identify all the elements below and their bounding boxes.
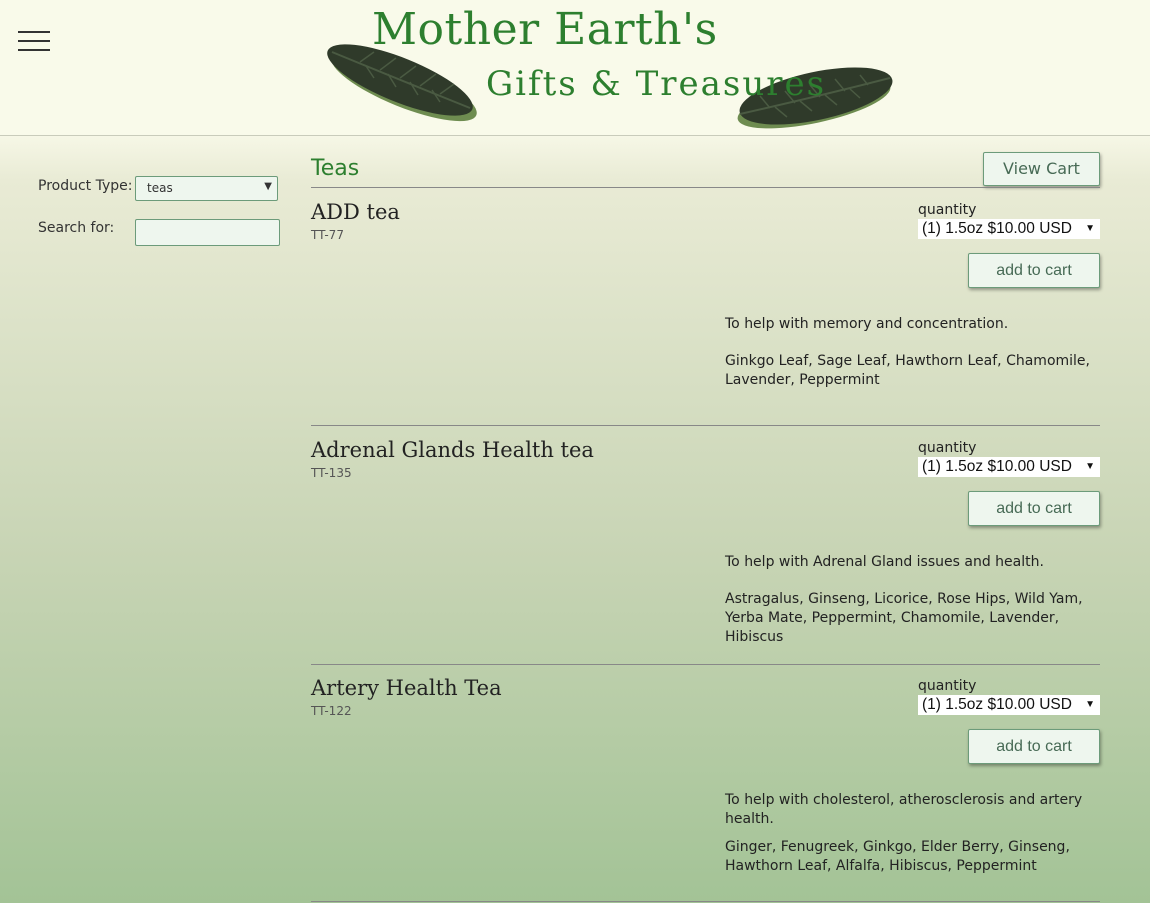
product-type-label: Product Type:	[38, 178, 133, 194]
add-to-cart-button[interactable]: add to cart	[968, 491, 1100, 526]
product-description: To help with Adrenal Gland issues and he…	[725, 554, 1044, 570]
product-ingredients: Ginger, Fenugreek, Ginkgo, Elder Berry, …	[725, 839, 1070, 874]
site-header: Mother Earth's Gifts & Treasures	[0, 0, 1150, 136]
logo-title: Mother Earth's	[372, 4, 718, 55]
site-logo[interactable]: Mother Earth's Gifts & Treasures	[320, 0, 900, 135]
product-description: To help with memory and concentration.	[725, 316, 1009, 332]
divider	[311, 187, 1100, 188]
quantity-label: quantity	[918, 202, 977, 218]
view-cart-button[interactable]: View Cart	[983, 152, 1100, 186]
quantity-value: (1) 1.5oz $10.00 USD	[922, 458, 1072, 475]
search-label: Search for:	[38, 220, 115, 236]
add-to-cart-button[interactable]: add to cart	[968, 729, 1100, 764]
product-ingredients: Astragalus, Ginseng, Licorice, Rose Hips…	[725, 591, 1083, 645]
dropdown-arrow-icon: ▼	[1085, 699, 1095, 710]
search-row: Search for:	[38, 212, 283, 254]
logo-subtitle: Gifts & Treasures	[486, 64, 827, 104]
dropdown-arrow-icon: ▼	[1085, 223, 1095, 234]
hamburger-menu-icon[interactable]	[18, 31, 50, 51]
product-sku: TT-77	[311, 228, 344, 242]
quantity-label: quantity	[918, 678, 977, 694]
divider	[311, 425, 1100, 426]
product-description: To help with cholesterol, atherosclerosi…	[725, 792, 1083, 827]
product-name: Adrenal Glands Health tea	[311, 438, 594, 462]
quantity-label: quantity	[918, 440, 977, 456]
divider	[311, 901, 1100, 902]
product-type-select[interactable]: teas ▼	[135, 176, 278, 201]
product-sku: TT-122	[311, 704, 352, 718]
product-type-row: Product Type: teas ▼	[38, 170, 283, 212]
divider	[311, 664, 1100, 665]
quantity-value: (1) 1.5oz $10.00 USD	[922, 696, 1072, 713]
quantity-select[interactable]: (1) 1.5oz $10.00 USD ▼	[918, 219, 1100, 239]
search-input[interactable]	[135, 219, 280, 246]
section-title: Teas	[311, 156, 360, 181]
dropdown-arrow-icon: ▼	[1085, 461, 1095, 472]
product-name: Artery Health Tea	[311, 676, 502, 700]
product-sku: TT-135	[311, 466, 352, 480]
dropdown-arrow-icon: ▼	[264, 181, 272, 192]
product-type-value: teas	[147, 181, 173, 195]
product-ingredients: Ginkgo Leaf, Sage Leaf, Hawthorn Leaf, C…	[725, 353, 1090, 388]
filter-sidebar: Product Type: teas ▼ Search for:	[38, 170, 283, 254]
product-name: ADD tea	[311, 200, 400, 224]
quantity-select[interactable]: (1) 1.5oz $10.00 USD ▼	[918, 695, 1100, 715]
add-to-cart-button[interactable]: add to cart	[968, 253, 1100, 288]
quantity-select[interactable]: (1) 1.5oz $10.00 USD ▼	[918, 457, 1100, 477]
quantity-value: (1) 1.5oz $10.00 USD	[922, 220, 1072, 237]
